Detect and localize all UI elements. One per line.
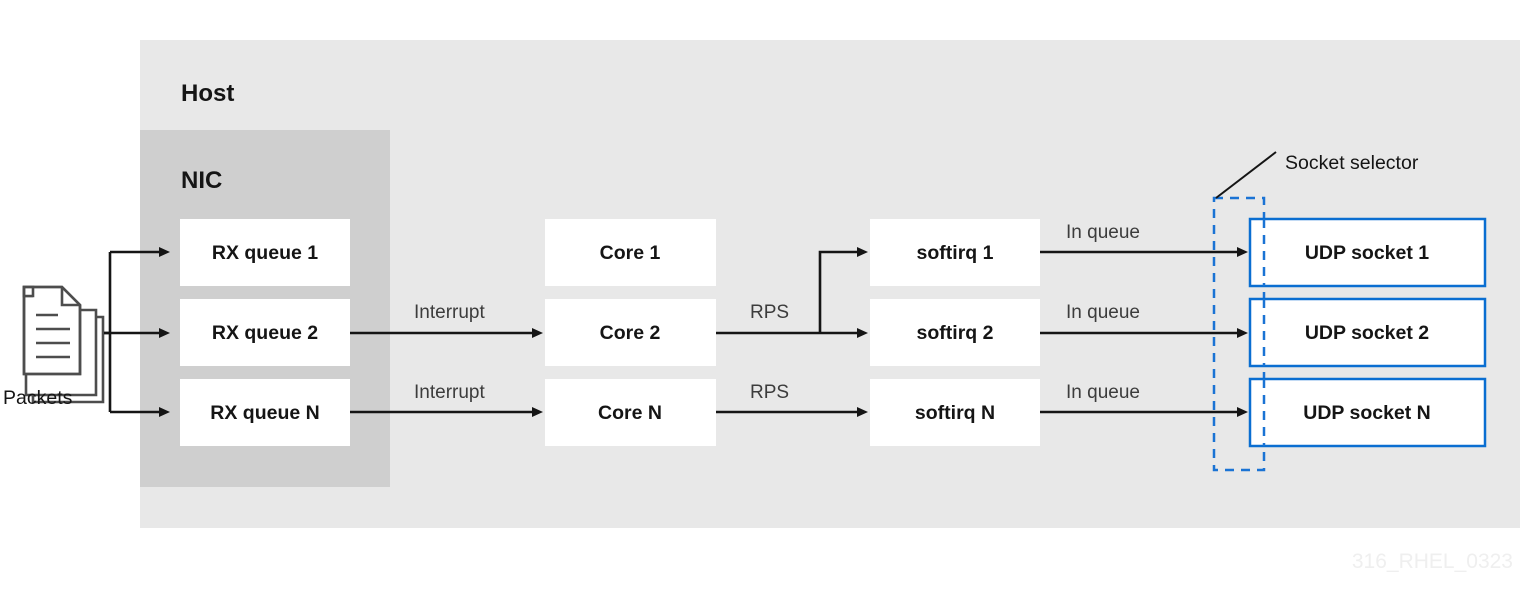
edge-label-rps-1: RPS bbox=[750, 302, 789, 323]
softirq-column: softirq 1 softirq 2 softirq N bbox=[870, 219, 1040, 446]
packets-label: Packets bbox=[3, 387, 73, 409]
node-softirq-1-label: softirq 1 bbox=[917, 242, 994, 264]
node-rx-queue-1-label: RX queue 1 bbox=[212, 242, 318, 264]
node-rx-queue-2-label: RX queue 2 bbox=[212, 322, 318, 344]
node-udp-socket-1-label: UDP socket 1 bbox=[1305, 242, 1429, 264]
node-udp-socket-n-label: UDP socket N bbox=[1303, 402, 1431, 424]
node-core-1-label: Core 1 bbox=[600, 242, 661, 264]
edge-label-in-queue-3: In queue bbox=[1066, 382, 1140, 403]
watermark-label: 316_RHEL_0323 bbox=[1352, 550, 1513, 573]
node-softirq-n-label: softirq N bbox=[915, 402, 995, 424]
node-softirq-2-label: softirq 2 bbox=[917, 322, 994, 344]
node-udp-socket-2-label: UDP socket 2 bbox=[1305, 322, 1429, 344]
rx-queue-column: RX queue 1 RX queue 2 RX queue N bbox=[180, 219, 350, 446]
network-flow-diagram: Host NIC Packets RX queue 1 RX queue 2 R… bbox=[0, 0, 1520, 608]
edge-label-rps-2: RPS bbox=[750, 382, 789, 403]
edge-label-in-queue-2: In queue bbox=[1066, 302, 1140, 323]
udp-socket-column: UDP socket 1 UDP socket 2 UDP socket N bbox=[1248, 217, 1487, 448]
socket-selector-label: Socket selector bbox=[1285, 152, 1419, 174]
edge-label-interrupt-1: Interrupt bbox=[414, 302, 485, 323]
edge-label-interrupt-2: Interrupt bbox=[414, 382, 485, 403]
core-column: Core 1 Core 2 Core N bbox=[545, 219, 716, 446]
nic-label: NIC bbox=[181, 167, 222, 194]
node-rx-queue-n-label: RX queue N bbox=[210, 402, 319, 424]
node-core-2-label: Core 2 bbox=[600, 322, 661, 344]
documents-stack-icon bbox=[22, 285, 105, 404]
node-core-n-label: Core N bbox=[598, 402, 662, 424]
edge-label-in-queue-1: In queue bbox=[1066, 222, 1140, 243]
host-label: Host bbox=[181, 80, 234, 107]
